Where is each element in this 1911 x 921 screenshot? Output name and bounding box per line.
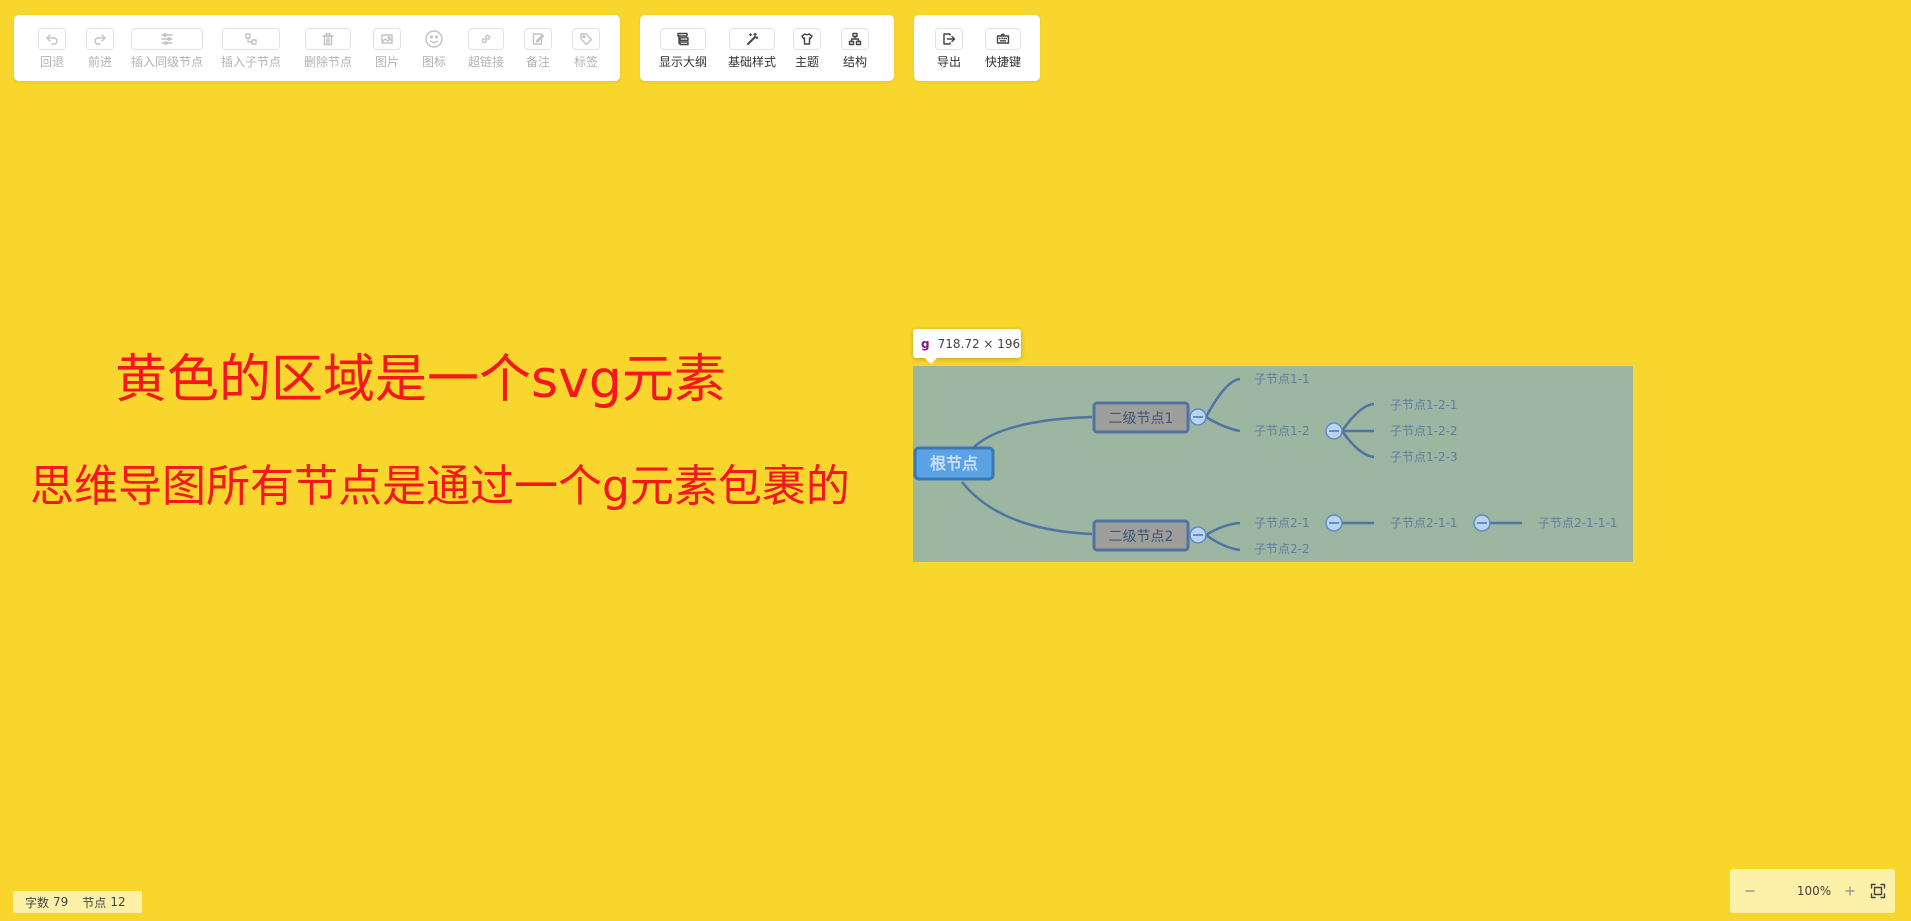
theme-label: 主题 — [794, 54, 819, 69]
edit-toolbar: 回退 前进 插入同级节点 插入子节点 删除节点 图片 图标 超链接 备注 标签 — [14, 15, 620, 81]
minus-icon — [1745, 890, 1755, 892]
undo-button[interactable]: 回退 — [28, 15, 76, 81]
child-node-icon — [245, 32, 257, 45]
devtools-element-tooltip: g 718.72 × 196 — [913, 329, 1021, 364]
collapse-toggle-node-2-1[interactable] — [1325, 514, 1343, 532]
node-count-value: 12 — [110, 895, 126, 909]
shortcut-button[interactable]: 快捷键 — [980, 15, 1026, 81]
image-label: 图片 — [374, 54, 399, 69]
show-outline-label: 显示大纲 — [658, 54, 707, 69]
image-button[interactable]: 图片 — [369, 15, 405, 81]
undo-icon — [46, 33, 58, 45]
node-1-2[interactable]: 子节点1-2 — [1254, 424, 1310, 438]
link-icon — [481, 34, 491, 43]
node-2-1-1[interactable]: 子节点2-1-1 — [1390, 516, 1458, 530]
annotation-svg-area: 黄色的区域是一个svg元素 — [115, 350, 726, 410]
delete-node-button[interactable]: 删除节点 — [300, 15, 356, 81]
theme-button[interactable]: 主题 — [790, 15, 824, 81]
hyperlink-label: 超链接 — [467, 54, 504, 69]
zoom-in-button[interactable] — [1838, 869, 1862, 913]
view-toolbar: 显示大纲 基础样式 主题 结构 — [640, 15, 894, 81]
note-label: 备注 — [525, 54, 550, 69]
image-icon — [381, 33, 393, 44]
annotation-g-wrapper: 思维导图所有节点是通过一个g元素包裹的 — [30, 461, 850, 512]
export-button[interactable]: 导出 — [931, 15, 967, 81]
collapse-toggle-branch1[interactable] — [1189, 408, 1207, 426]
sibling-node-icon — [161, 32, 173, 45]
insert-child-label: 插入子节点 — [220, 54, 281, 69]
structure-button[interactable]: 结构 — [837, 15, 873, 81]
base-style-label: 基础样式 — [727, 54, 776, 69]
hyperlink-button[interactable]: 超链接 — [463, 15, 509, 81]
export-label: 导出 — [936, 54, 961, 69]
zoom-control: 100% — [1730, 869, 1895, 913]
root-node[interactable]: 根节点 — [913, 446, 995, 481]
node-count-label: 节点 — [82, 895, 107, 910]
note-button[interactable]: 备注 — [520, 15, 556, 81]
note-icon — [532, 32, 545, 45]
node-1-2-1[interactable]: 子节点1-2-1 — [1390, 398, 1458, 412]
structure-label: 结构 — [842, 54, 867, 69]
shirt-icon — [801, 32, 813, 45]
insert-child-button[interactable]: 插入子节点 — [216, 15, 286, 81]
zoom-out-button[interactable] — [1738, 869, 1762, 913]
node-1-1[interactable]: 子节点1-1 — [1254, 372, 1310, 386]
zoom-level: 100% — [1796, 884, 1832, 898]
node-2-2[interactable]: 子节点2-2 — [1254, 542, 1310, 556]
shortcut-label: 快捷键 — [984, 54, 1021, 69]
node-2-1-1-1[interactable]: 子节点2-1-1-1 — [1538, 516, 1618, 530]
tag-button[interactable]: 标签 — [568, 15, 604, 81]
keyboard-icon — [996, 33, 1010, 44]
base-style-button[interactable]: 基础样式 — [726, 15, 778, 81]
fullscreen-icon — [1870, 883, 1886, 899]
tooltip-dimensions: 718.72 × 196 — [937, 336, 1021, 351]
collapse-toggle-node-2-1-1[interactable] — [1473, 514, 1491, 532]
redo-button[interactable]: 前进 — [76, 15, 124, 81]
outline-icon — [677, 32, 689, 45]
node-1-2-2[interactable]: 子节点1-2-2 — [1390, 424, 1458, 438]
word-count-label: 字数 — [25, 895, 50, 910]
branch-node-2-label: 二级节点2 — [1109, 529, 1174, 545]
tag-label: 标签 — [573, 54, 598, 69]
magic-wand-icon — [747, 32, 759, 45]
branch-node-1[interactable]: 二级节点1 — [1092, 401, 1190, 434]
structure-icon — [848, 32, 862, 45]
trash-icon — [322, 32, 334, 45]
icon-button[interactable]: 图标 — [416, 15, 452, 81]
export-icon — [943, 32, 956, 45]
insert-sibling-label: 插入同级节点 — [130, 54, 203, 69]
fit-canvas-button[interactable] — [1866, 869, 1890, 913]
show-outline-button[interactable]: 显示大纲 — [657, 15, 709, 81]
tag-icon — [580, 32, 593, 45]
plus-icon — [1845, 886, 1855, 896]
word-count-value: 79 — [53, 895, 69, 909]
collapse-toggle-branch2[interactable] — [1189, 526, 1207, 544]
collapse-toggle-node-1-2[interactable] — [1325, 422, 1343, 440]
insert-sibling-button[interactable]: 插入同级节点 — [126, 15, 208, 81]
node-2-1[interactable]: 子节点2-1 — [1254, 516, 1310, 530]
undo-label: 回退 — [39, 54, 64, 69]
root-node-label: 根节点 — [930, 454, 978, 473]
mindmap-g-highlight — [913, 366, 1633, 562]
node-1-2-3[interactable]: 子节点1-2-3 — [1390, 450, 1458, 464]
delete-node-label: 删除节点 — [303, 54, 352, 69]
branch-node-1-label: 二级节点1 — [1109, 411, 1174, 427]
tooltip-tag-name: g — [921, 336, 930, 351]
redo-icon — [94, 33, 106, 45]
redo-label: 前进 — [87, 54, 112, 69]
branch-node-2[interactable]: 二级节点2 — [1092, 519, 1190, 552]
file-toolbar: 导出 快捷键 — [914, 15, 1040, 81]
icon-label: 图标 — [421, 54, 446, 69]
document-stats: 字数 79 节点 12 — [13, 891, 142, 913]
smiley-icon — [425, 29, 443, 48]
